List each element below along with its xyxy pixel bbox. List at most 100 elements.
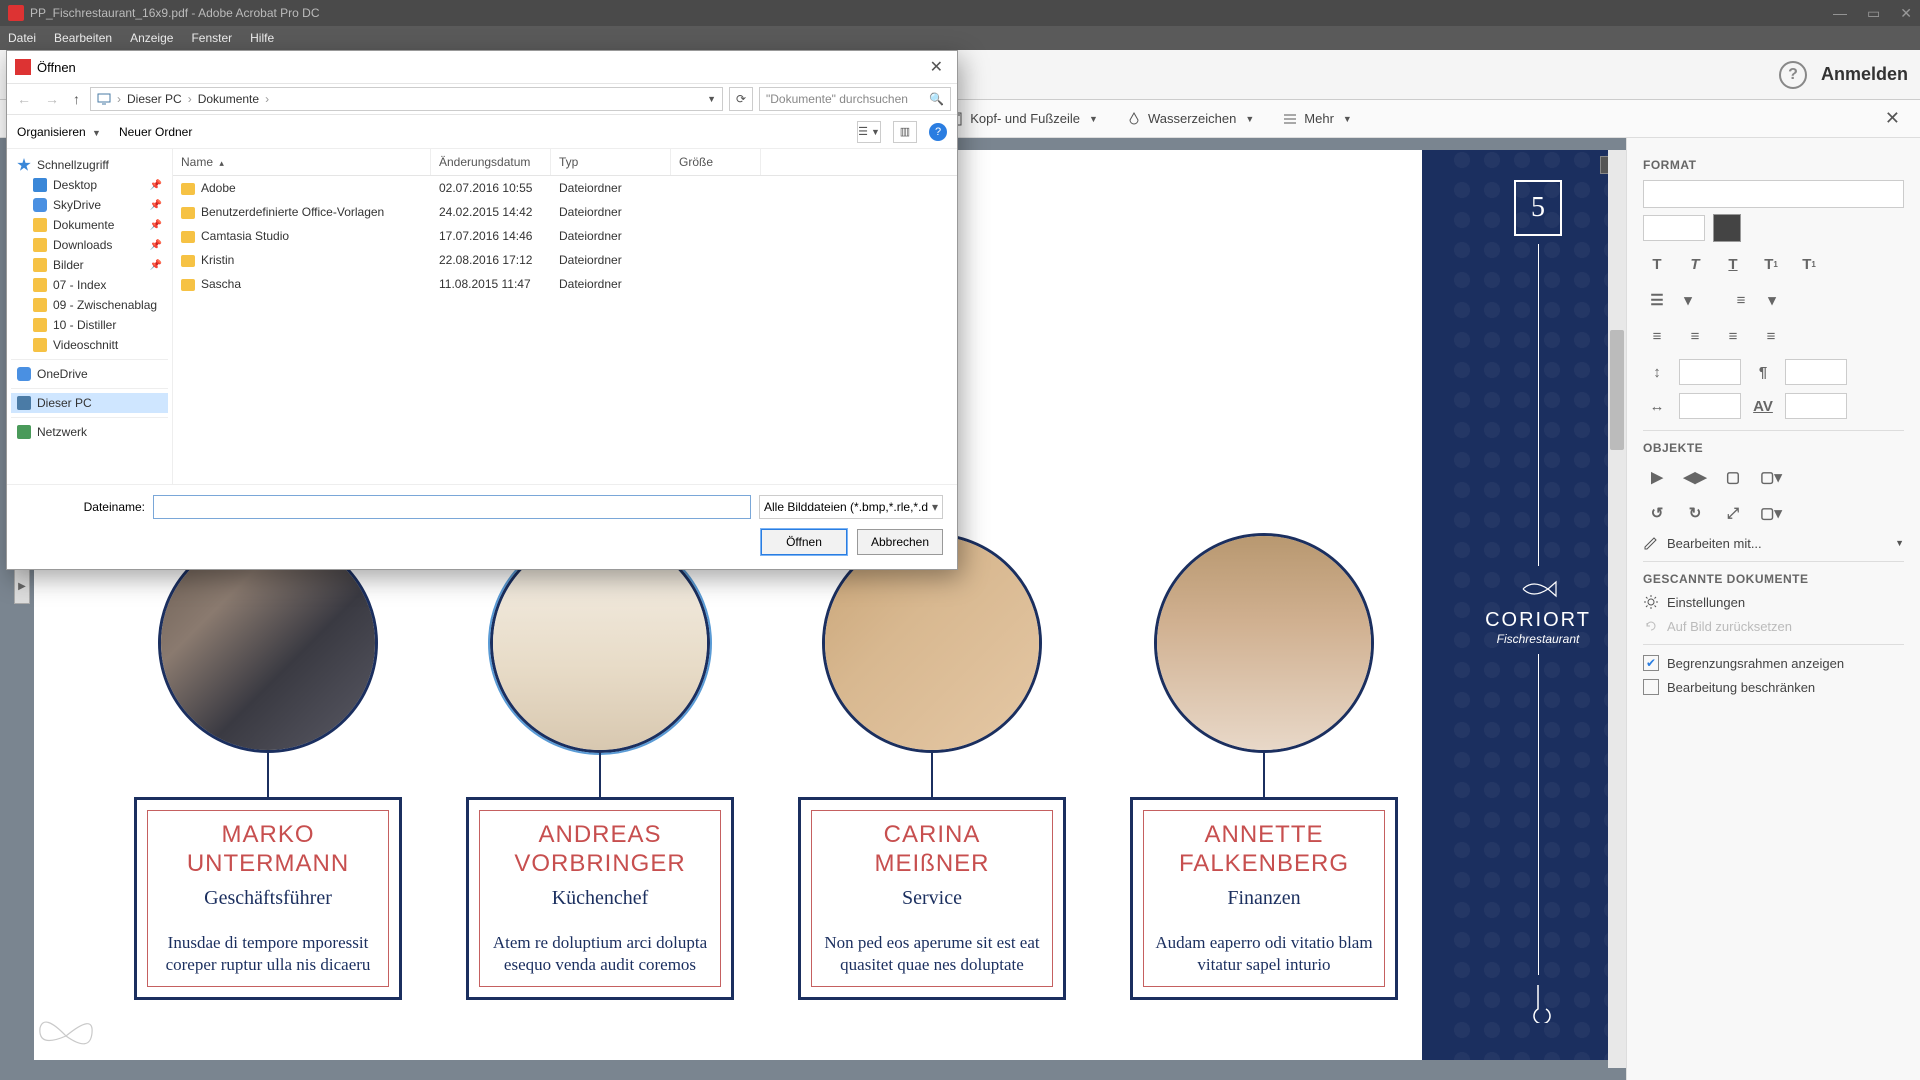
- settings-label: Einstellungen: [1667, 595, 1745, 610]
- sign-in-button[interactable]: Anmelden: [1821, 64, 1908, 85]
- menu-view[interactable]: Anzeige: [130, 31, 173, 45]
- cancel-button[interactable]: Abbrechen: [857, 529, 943, 555]
- settings-button[interactable]: Einstellungen: [1643, 594, 1904, 610]
- show-bounds-checkbox[interactable]: ✔ Begrenzungsrahmen anzeigen: [1643, 655, 1904, 671]
- numbered-list-dropdown[interactable]: ▾: [1765, 286, 1779, 314]
- tree-onedrive[interactable]: OneDrive: [11, 364, 168, 384]
- tree-desktop[interactable]: Desktop📌: [11, 175, 168, 195]
- char-spacing-select[interactable]: [1785, 393, 1847, 419]
- menu-window[interactable]: Fenster: [191, 31, 232, 45]
- new-folder-button[interactable]: Neuer Ordner: [119, 125, 192, 139]
- col-type[interactable]: Typ: [551, 149, 671, 175]
- search-field[interactable]: "Dokumente" durchsuchen 🔍: [759, 87, 951, 111]
- subscript-button[interactable]: T1: [1795, 250, 1823, 278]
- tree-folder-video[interactable]: Videoschnitt: [11, 335, 168, 355]
- align-left-button[interactable]: ≡: [1643, 322, 1671, 350]
- dialog-help-button[interactable]: ?: [929, 123, 947, 141]
- line-spacing-select[interactable]: [1679, 359, 1741, 385]
- close-window-button[interactable]: ✕: [1900, 5, 1912, 22]
- align-objects-button[interactable]: ▢▾: [1757, 499, 1785, 527]
- watermark-button[interactable]: Wasserzeichen▼: [1126, 111, 1254, 127]
- crumb-folder[interactable]: Dokumente: [198, 92, 259, 106]
- help-icon[interactable]: ?: [1779, 61, 1807, 89]
- refresh-button[interactable]: ⟳: [729, 87, 753, 111]
- minimize-button[interactable]: —: [1833, 5, 1847, 22]
- col-date[interactable]: Änderungsdatum: [431, 149, 551, 175]
- tree-this-pc[interactable]: Dieser PC: [11, 393, 168, 413]
- collapse-panel-tab[interactable]: ▶: [1626, 578, 1627, 614]
- header-footer-button[interactable]: Kopf- und Fußzeile▼: [948, 111, 1098, 127]
- tree-documents[interactable]: Dokumente📌: [11, 215, 168, 235]
- rotate-ccw-button[interactable]: ↺: [1643, 499, 1671, 527]
- connector-line: [599, 753, 601, 797]
- show-bounds-label: Begrenzungsrahmen anzeigen: [1667, 656, 1844, 671]
- pdf-icon: [15, 59, 31, 75]
- font-family-select[interactable]: [1643, 180, 1904, 208]
- font-size-select[interactable]: [1643, 215, 1705, 241]
- list-item[interactable]: Adobe02.07.2016 10:55Dateiordner: [173, 176, 957, 200]
- superscript-button[interactable]: T1: [1757, 250, 1785, 278]
- maximize-button[interactable]: ▭: [1867, 5, 1880, 22]
- arrange-button[interactable]: ▢▾: [1757, 463, 1785, 491]
- tree-folder-07[interactable]: 07 - Index: [11, 275, 168, 295]
- more-button[interactable]: Mehr▼: [1282, 111, 1352, 127]
- italic-button[interactable]: T: [1681, 250, 1709, 278]
- menu-edit[interactable]: Bearbeiten: [54, 31, 112, 45]
- chevron-down-icon[interactable]: ▼: [707, 94, 716, 104]
- expand-nav-pane[interactable]: ▶: [14, 568, 30, 604]
- crumb-root[interactable]: Dieser PC: [127, 92, 182, 106]
- organize-button[interactable]: Organisieren ▼: [17, 125, 101, 139]
- bullet-list-dropdown[interactable]: ▾: [1681, 286, 1695, 314]
- horizontal-scale-select[interactable]: [1679, 393, 1741, 419]
- bold-button[interactable]: T: [1643, 250, 1671, 278]
- open-button[interactable]: Öffnen: [761, 529, 847, 555]
- list-item[interactable]: Sascha11.08.2015 11:47Dateiordner: [173, 272, 957, 296]
- paragraph-spacing-select[interactable]: [1785, 359, 1847, 385]
- flip-horizontal-button[interactable]: ◀▶: [1681, 463, 1709, 491]
- numbered-list-button[interactable]: ≡: [1727, 286, 1755, 314]
- preview-pane-button[interactable]: ▥: [893, 121, 917, 143]
- edit-with-button[interactable]: Bearbeiten mit... ▼: [1643, 535, 1904, 551]
- menu-file[interactable]: Datei: [8, 31, 36, 45]
- undo-icon: [1643, 618, 1659, 634]
- window-title: PP_Fischrestaurant_16x9.pdf - Adobe Acro…: [30, 6, 1833, 20]
- underline-button[interactable]: T: [1719, 250, 1747, 278]
- menu-help[interactable]: Hilfe: [250, 31, 274, 45]
- person-photo[interactable]: [1154, 533, 1374, 753]
- view-mode-button[interactable]: ☰▼: [857, 121, 881, 143]
- align-right-button[interactable]: ≡: [1719, 322, 1747, 350]
- tree-network[interactable]: Netzwerk: [11, 422, 168, 442]
- breadcrumb[interactable]: › Dieser PC › Dokumente › ▼: [90, 87, 723, 111]
- tree-pictures[interactable]: Bilder📌: [11, 255, 168, 275]
- rotate-cw-button[interactable]: ↻: [1681, 499, 1709, 527]
- list-item[interactable]: Camtasia Studio17.07.2016 14:46Dateiordn…: [173, 224, 957, 248]
- list-item[interactable]: Benutzerdefinierte Office-Vorlagen24.02.…: [173, 200, 957, 224]
- tree-quick-access[interactable]: Schnellzugriff: [11, 155, 168, 175]
- vertical-scrollbar[interactable]: [1608, 150, 1626, 1068]
- filename-input[interactable]: [153, 495, 751, 519]
- tree-skydrive[interactable]: SkyDrive📌: [11, 195, 168, 215]
- flip-vertical-button[interactable]: ▶: [1643, 463, 1671, 491]
- list-item[interactable]: Kristin22.08.2016 17:12Dateiordner: [173, 248, 957, 272]
- font-color-swatch[interactable]: [1713, 214, 1741, 242]
- align-center-button[interactable]: ≡: [1681, 322, 1709, 350]
- nav-back-button[interactable]: ←: [13, 91, 35, 107]
- dialog-close-button[interactable]: ✕: [924, 57, 949, 77]
- crop-object-button[interactable]: ▢: [1719, 463, 1747, 491]
- brand-logo: CORIORT Fischrestaurant: [1485, 574, 1591, 646]
- align-justify-button[interactable]: ≡: [1757, 322, 1785, 350]
- replace-image-button[interactable]: ⤢: [1719, 499, 1747, 527]
- tree-folder-10[interactable]: 10 - Distiller: [11, 315, 168, 335]
- file-list: Name ▴ Änderungsdatum Typ Größe Adobe02.…: [173, 149, 957, 484]
- tree-folder-09[interactable]: 09 - Zwischenablag: [11, 295, 168, 315]
- filetype-select[interactable]: Alle Bilddateien (*.bmp,*.rle,*.d▾: [759, 495, 943, 519]
- nav-up-button[interactable]: ↑: [69, 91, 84, 107]
- tree-downloads[interactable]: Downloads📌: [11, 235, 168, 255]
- close-edit-button[interactable]: ✕: [1885, 108, 1900, 129]
- nav-forward-button[interactable]: →: [41, 91, 63, 107]
- restrict-edit-checkbox[interactable]: Bearbeitung beschränken: [1643, 679, 1904, 695]
- scrollbar-thumb[interactable]: [1610, 330, 1624, 450]
- col-size[interactable]: Größe: [671, 149, 761, 175]
- col-name[interactable]: Name ▴: [173, 149, 431, 175]
- bullet-list-button[interactable]: ☰: [1643, 286, 1671, 314]
